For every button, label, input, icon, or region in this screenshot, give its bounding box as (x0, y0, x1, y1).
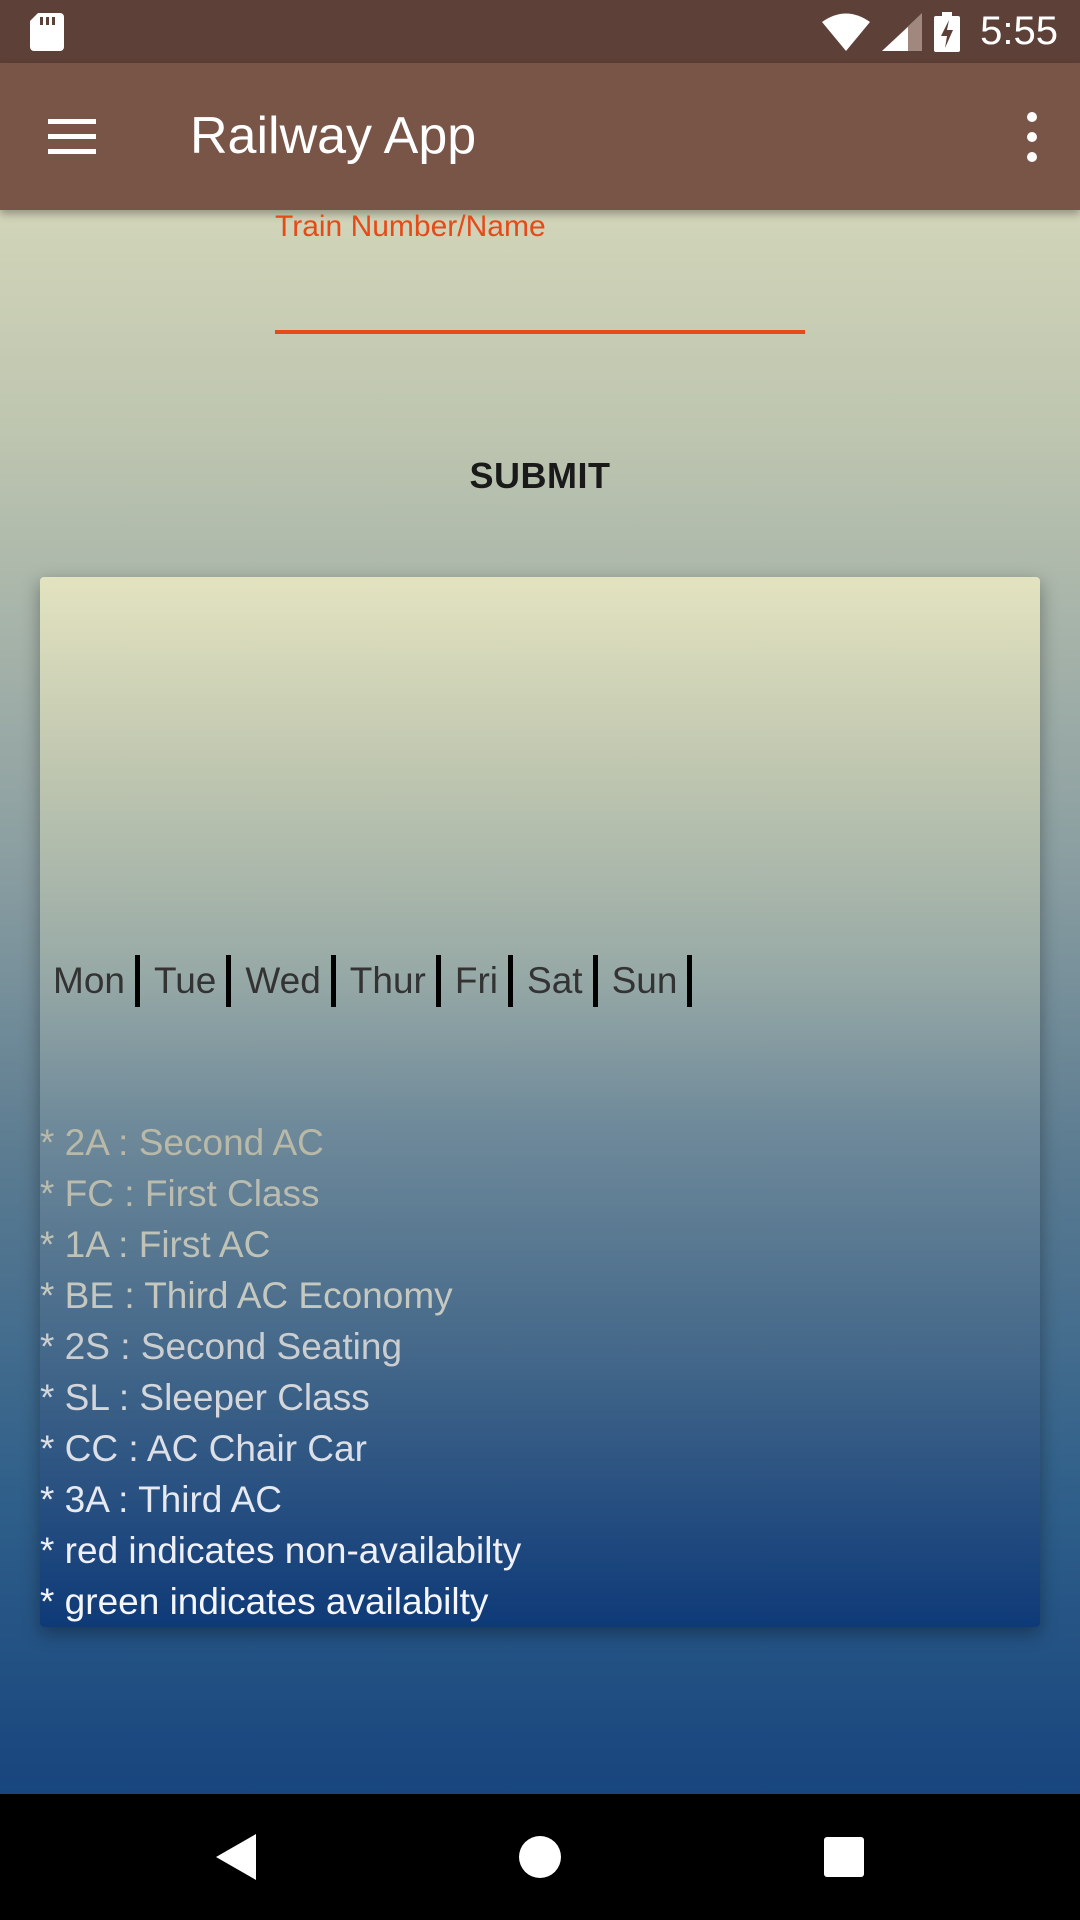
back-icon (216, 1834, 256, 1880)
sd-card-icon (30, 13, 64, 51)
legend-item: * SL : Sleeper Class (40, 1377, 370, 1418)
app-bar: Railway App (0, 63, 1080, 210)
back-button[interactable] (176, 1794, 296, 1920)
home-button[interactable] (480, 1794, 600, 1920)
day-tue[interactable]: Tue (154, 955, 232, 1007)
legend-item: * FC : First Class (40, 1173, 320, 1214)
day-sat[interactable]: Sat (527, 955, 598, 1007)
day-mon[interactable]: Mon (53, 955, 140, 1007)
status-icons: 5:55 (822, 0, 1058, 63)
legend-item: * red indicates non-availabilty (40, 1530, 522, 1571)
signal-icon (882, 12, 923, 51)
home-icon (519, 1836, 561, 1878)
legend-item: * green indicates availabilty (40, 1581, 489, 1622)
legend-item: * 2A : Second AC (40, 1122, 324, 1163)
days-row: Mon Tue Wed Thur Fri Sat Sun (53, 955, 706, 1007)
legend-item: * CC : AC Chair Car (40, 1428, 367, 1469)
legend-item: * 3A : Third AC (40, 1479, 282, 1520)
recents-button[interactable] (784, 1794, 904, 1920)
submit-button[interactable]: SUBMIT (390, 440, 690, 512)
train-number-input[interactable] (275, 260, 805, 334)
day-thur[interactable]: Thur (350, 955, 441, 1007)
system-nav-bar (0, 1794, 1080, 1920)
legend-item: * 2S : Second Seating (40, 1326, 403, 1367)
more-vert-icon[interactable] (1012, 107, 1052, 167)
legend-item: * 1A : First AC (40, 1224, 271, 1265)
class-legend: * 2A : Second AC * FC : First Class * 1A… (40, 1117, 521, 1627)
train-number-field: Train Number/Name (275, 210, 805, 340)
recents-icon (824, 1837, 864, 1877)
day-wed[interactable]: Wed (245, 955, 336, 1007)
wifi-icon (822, 13, 871, 51)
legend-item: * BE : Third AC Economy (40, 1275, 453, 1316)
hamburger-menu-icon[interactable] (44, 109, 100, 165)
status-bar: 5:55 (0, 0, 1080, 63)
schedule-card: Mon Tue Wed Thur Fri Sat Sun * 2A : Seco… (40, 577, 1040, 1627)
app-title: Railway App (190, 107, 477, 165)
battery-charging-icon (934, 11, 961, 52)
day-fri[interactable]: Fri (455, 955, 514, 1007)
clock: 5:55 (980, 9, 1058, 53)
day-sun[interactable]: Sun (612, 955, 693, 1007)
train-number-label: Train Number/Name (275, 210, 546, 243)
